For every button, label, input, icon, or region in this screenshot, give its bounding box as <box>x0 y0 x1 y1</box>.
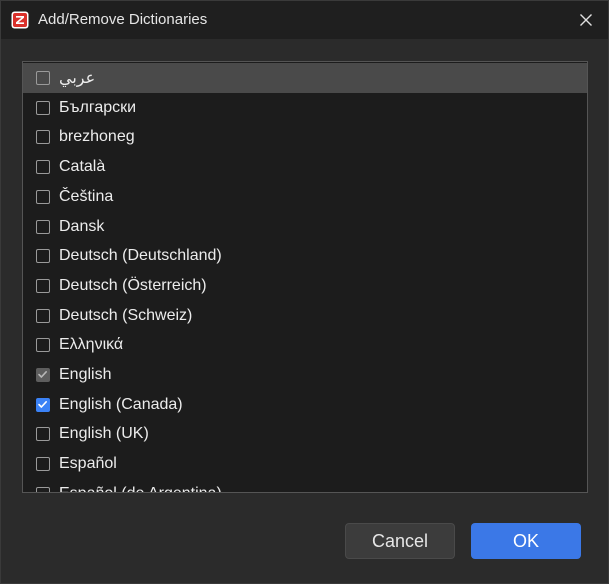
dictionary-item[interactable]: English (UK) <box>23 419 587 449</box>
dictionary-label: Español (de Argentina) <box>59 485 222 492</box>
dictionary-checkbox[interactable] <box>36 160 50 175</box>
dictionary-checkbox[interactable] <box>36 249 50 264</box>
dictionary-checkbox[interactable] <box>36 397 50 412</box>
dictionary-item[interactable]: Deutsch (Schweiz) <box>23 301 587 331</box>
dictionary-label: Ελληνικά <box>59 336 124 354</box>
dictionary-checkbox[interactable] <box>36 189 50 204</box>
dictionary-item[interactable]: Български <box>23 93 587 123</box>
dictionary-checkbox[interactable] <box>36 338 50 353</box>
dictionary-checkbox[interactable] <box>36 457 50 472</box>
dictionary-item[interactable]: Dansk <box>23 212 587 242</box>
dialog-window: Add/Remove Dictionaries عربي Български bre… <box>0 0 609 584</box>
zotero-icon <box>11 11 29 29</box>
dictionary-label: English <box>59 366 112 383</box>
dictionary-item[interactable]: English (Canada) <box>23 390 587 420</box>
dictionary-checkbox[interactable] <box>36 71 50 85</box>
dictionary-item[interactable]: English <box>23 360 587 390</box>
dictionary-label: Deutsch (Österreich) <box>59 276 207 294</box>
dictionary-checkbox[interactable] <box>36 219 50 234</box>
close-button[interactable] <box>574 8 598 32</box>
close-icon <box>580 14 592 26</box>
dictionary-label: English (UK) <box>59 425 149 443</box>
ok-button[interactable]: OK <box>471 523 581 559</box>
dictionary-label: Български <box>59 98 137 116</box>
dictionary-label: Deutsch (Deutschland) <box>59 247 222 265</box>
dictionary-checkbox[interactable] <box>36 427 50 442</box>
dictionary-item[interactable]: عربي <box>23 63 587 93</box>
dictionary-item[interactable]: Deutsch (Österreich) <box>23 271 587 301</box>
dictionary-checkbox[interactable] <box>36 486 50 492</box>
dictionary-label: Dansk <box>59 217 105 235</box>
dictionary-item[interactable]: Ελληνικά <box>23 330 587 360</box>
dictionary-checkbox[interactable] <box>36 278 50 293</box>
cancel-button[interactable]: Cancel <box>345 523 455 559</box>
dictionary-label: عربي <box>59 70 96 87</box>
dictionary-item[interactable]: Español (de Argentina) <box>23 479 587 492</box>
title-bar: Add/Remove Dictionaries <box>1 1 608 39</box>
dictionary-label: brezhoneg <box>59 128 135 146</box>
dictionary-item[interactable]: Čeština <box>23 182 587 212</box>
dictionary-checkbox[interactable] <box>36 130 50 145</box>
dictionary-label: English (Canada) <box>59 395 183 413</box>
check-icon <box>38 371 47 378</box>
dictionary-label: Español <box>59 455 117 473</box>
dictionary-item[interactable]: Español <box>23 449 587 479</box>
dictionary-label: Deutsch (Schweiz) <box>59 306 193 324</box>
dictionary-checkbox[interactable] <box>36 308 50 323</box>
dictionary-list[interactable]: عربي Български brezhoneg Català Čeština Dansk… <box>22 61 588 493</box>
dictionary-checkbox[interactable] <box>36 368 50 382</box>
dictionary-checkbox[interactable] <box>36 100 50 115</box>
check-icon <box>38 400 47 408</box>
dictionary-item[interactable]: brezhoneg <box>23 122 587 152</box>
dictionary-item[interactable]: Deutsch (Deutschland) <box>23 241 587 271</box>
dictionary-item[interactable]: Català <box>23 152 587 182</box>
window-title: Add/Remove Dictionaries <box>38 11 208 28</box>
dictionary-label: Čeština <box>59 187 114 205</box>
dictionary-label: Català <box>59 158 106 176</box>
